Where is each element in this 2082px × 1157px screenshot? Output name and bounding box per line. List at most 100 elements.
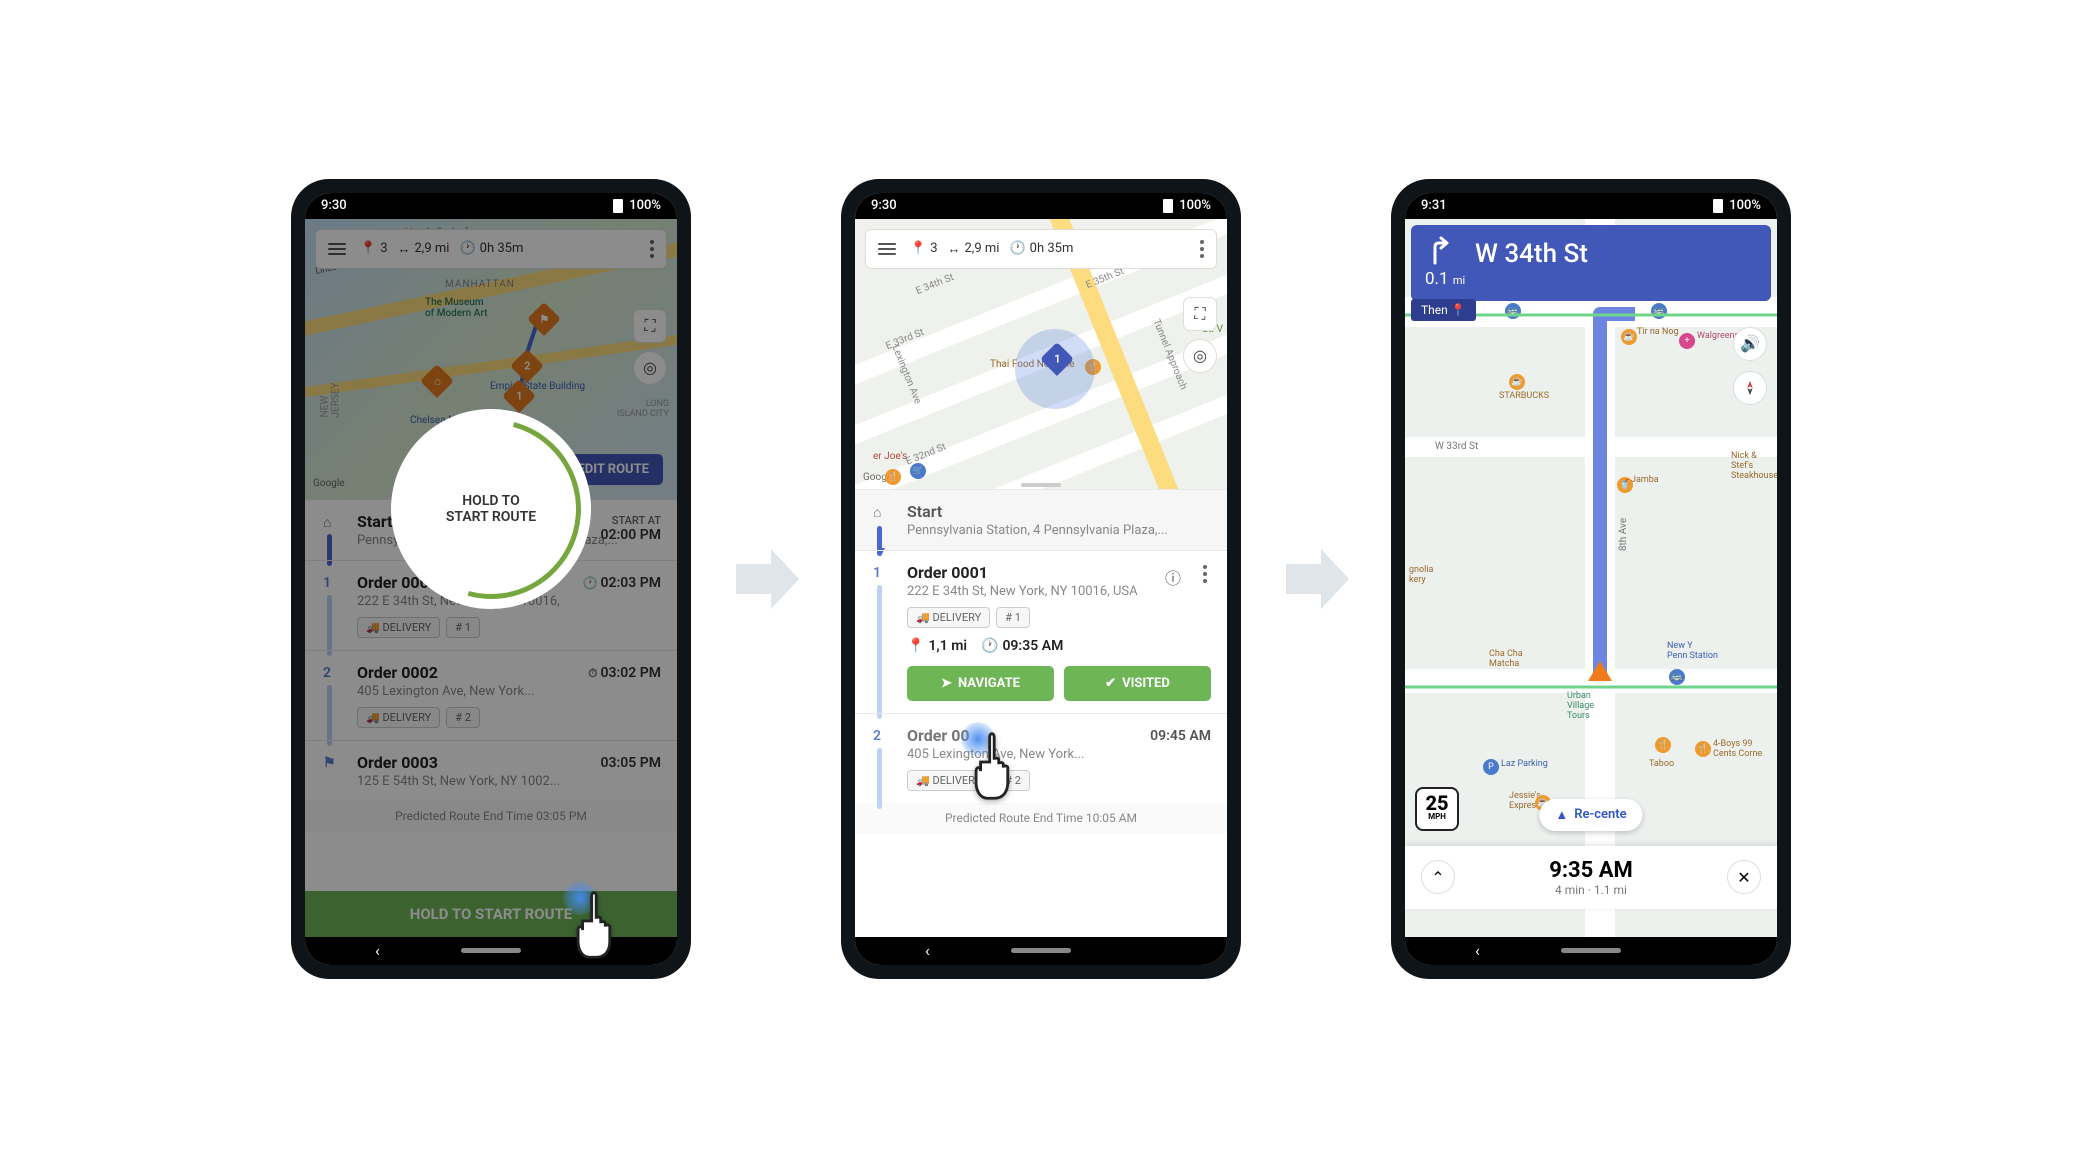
stop-number: 2 xyxy=(873,728,881,744)
overflow-icon[interactable] xyxy=(1199,561,1211,587)
screen-3: 9:31 100% W 33rd St 8th Ave ▶ AMC Theatr… xyxy=(1405,193,1777,965)
duration-metric: 🕐0h 35m xyxy=(1009,241,1073,256)
stop-number: 1 xyxy=(323,575,331,591)
flag-icon: ⚑ xyxy=(323,755,336,771)
overflow-icon[interactable] xyxy=(646,236,658,262)
stops-list[interactable]: ⌂ ▼ Start Pennsylvania Station, 4 Pennsy… xyxy=(855,489,1227,937)
back-icon[interactable]: ‹ xyxy=(375,941,380,960)
stop-time: 02:03 PM xyxy=(600,575,661,591)
stop-title: Start xyxy=(907,502,1211,521)
delivery-chip: 🚚 DELIVERY xyxy=(357,617,440,638)
nav-distance-unit: mi xyxy=(1453,274,1465,287)
stop-time: 03:02 PM xyxy=(600,665,661,681)
distance-metric: ↔2,9 mi xyxy=(398,241,450,257)
battery-icon xyxy=(1163,199,1173,213)
fullscreen-icon[interactable]: ⛶ xyxy=(1183,297,1217,331)
stop-address: Pennsylvania Station, 4 Pennsylvania Pla… xyxy=(907,523,1211,538)
order-num-chip: # 2 xyxy=(446,707,480,728)
menu-icon[interactable] xyxy=(874,239,900,259)
android-nav-bar: ‹ xyxy=(305,937,677,965)
top-info-bar: 📍3 ↔2,9 mi 🕐0h 35m xyxy=(865,229,1217,269)
back-icon[interactable]: ‹ xyxy=(1475,941,1480,960)
phone-1: 9:30 100% Lincoln Tunnel Lincoln Center … xyxy=(291,179,691,979)
phone-2: 9:30 100% E 33rd St E 34th St E 35th St … xyxy=(841,179,1241,979)
street-name: W 34th St xyxy=(1475,239,1757,269)
status-time: 9:30 xyxy=(871,198,897,213)
start-at-label: START AT xyxy=(600,514,661,527)
navigate-button[interactable]: ➤ NAVIGATE xyxy=(907,666,1054,701)
locate-icon[interactable]: ◎ xyxy=(1183,339,1217,373)
delivery-chip: 🚚 DELIVERY xyxy=(357,707,440,728)
battery-pct: 100% xyxy=(629,198,661,213)
back-icon[interactable]: ‹ xyxy=(925,941,930,960)
shop-icon: 🛒 xyxy=(910,463,926,479)
home-icon: ⌂ xyxy=(873,504,881,521)
phone-3: 9:31 100% W 33rd St 8th Ave ▶ AMC Theatr… xyxy=(1391,179,1791,979)
eta-metric: 🕐 09:35 AM xyxy=(981,638,1063,654)
map[interactable]: E 33rd St E 34th St E 35th St E 36th St … xyxy=(855,219,1227,489)
battery-pct: 100% xyxy=(1729,198,1761,213)
info-icon[interactable]: ⓘ xyxy=(1165,565,1181,589)
fullscreen-icon[interactable]: ⛶ xyxy=(633,309,667,343)
stop-1-expanded[interactable]: 1 Order 0001 222 E 34th St, New York, NY… xyxy=(855,550,1227,713)
stop-address: 125 E 54th St, New York, NY 1002... xyxy=(357,774,661,789)
nav-direction-banner[interactable]: W 34th St 0.1 mi Then 📍 xyxy=(1411,225,1771,301)
android-nav-bar: ‹ xyxy=(855,937,1227,965)
order-num-chip: # 1 xyxy=(996,607,1030,628)
sheet-handle[interactable] xyxy=(1021,483,1061,487)
stops-metric: 📍3 xyxy=(360,241,388,256)
status-time: 9:31 xyxy=(1421,198,1447,213)
delivery-chip: 🚚 DELIVERY xyxy=(907,770,990,791)
menu-icon[interactable] xyxy=(324,239,350,259)
home-pill[interactable] xyxy=(461,948,521,953)
stop-address: 405 Lexington Ave, New York... xyxy=(357,684,661,699)
stop-number: 1 xyxy=(873,565,881,581)
stop-time: 09:45 AM xyxy=(1150,728,1211,744)
navigate-icon: ➤ xyxy=(941,676,952,691)
distance-metric: ↔2,9 mi xyxy=(948,241,1000,257)
stop-2[interactable]: 2 Order 0002 405 Lexington Ave, New York… xyxy=(855,713,1227,803)
stop-2[interactable]: 2 Order 0002 405 Lexington Ave, New York… xyxy=(305,650,677,740)
compass-icon[interactable] xyxy=(1733,371,1767,405)
screen-1: 9:30 100% Lincoln Tunnel Lincoln Center … xyxy=(305,193,677,965)
android-nav-bar: ‹ xyxy=(1405,937,1777,965)
status-time: 9:30 xyxy=(321,198,347,213)
order-num-chip: # 2 xyxy=(996,770,1030,791)
home-pill[interactable] xyxy=(1561,948,1621,953)
distance-metric: 📍 1,1 mi xyxy=(907,638,967,654)
stop-address: 405 Lexington Ave, New York... xyxy=(907,747,1211,762)
predicted-end-time: Predicted Route End Time 10:05 AM xyxy=(855,803,1227,833)
stop-number: 2 xyxy=(323,665,331,681)
overflow-icon[interactable] xyxy=(1196,236,1208,262)
battery-pct: 100% xyxy=(1179,198,1211,213)
stop-time: 03:05 PM xyxy=(600,755,661,771)
sound-icon[interactable]: 🔊 xyxy=(1733,327,1767,361)
delivery-chip: 🚚 DELIVERY xyxy=(907,607,990,628)
stop-start[interactable]: ⌂ ▼ Start Pennsylvania Station, 4 Pennsy… xyxy=(855,489,1227,550)
nav-distance: 0.1 xyxy=(1425,269,1449,289)
hold-label: START ROUTE xyxy=(446,509,536,525)
status-bar: 9:31 100% xyxy=(1405,193,1777,219)
home-icon: ⌂ xyxy=(323,514,331,531)
hold-label: HOLD TO xyxy=(462,493,519,509)
poi-label: er Joe's xyxy=(873,451,907,462)
top-info-bar: 📍3 ↔2,9 mi 🕐0h 35m xyxy=(315,229,667,269)
turn-right-icon xyxy=(1425,235,1455,265)
status-bar: 9:30 100% xyxy=(855,193,1227,219)
stops-metric: 📍3 xyxy=(910,241,938,256)
screen-2: 9:30 100% E 33rd St E 34th St E 35th St … xyxy=(855,193,1227,965)
then-chip[interactable]: Then 📍 xyxy=(1411,299,1476,321)
locate-icon[interactable]: ◎ xyxy=(633,351,667,385)
battery-icon xyxy=(613,199,623,213)
hold-to-start-button[interactable]: HOLD TO START ROUTE xyxy=(305,891,677,937)
home-pill[interactable] xyxy=(1011,948,1071,953)
visited-button[interactable]: ✔ VISITED xyxy=(1064,666,1211,701)
hold-progress-circle: HOLD TO START ROUTE xyxy=(391,409,591,609)
stop-3[interactable]: ⚑ Order 0003 125 E 54th St, New York, NY… xyxy=(305,740,677,801)
check-icon: ✔ xyxy=(1105,676,1116,691)
predicted-end-time: Predicted Route End Time 03:05 PM xyxy=(305,801,677,831)
start-at-time: 02:00 PM xyxy=(600,527,661,543)
nav-map[interactable]: W 33rd St 8th Ave ▶ AMC Theatres 📷 Camer… xyxy=(1405,219,1777,937)
order-num-chip: # 1 xyxy=(446,617,480,638)
flow-arrow-icon xyxy=(731,544,801,614)
